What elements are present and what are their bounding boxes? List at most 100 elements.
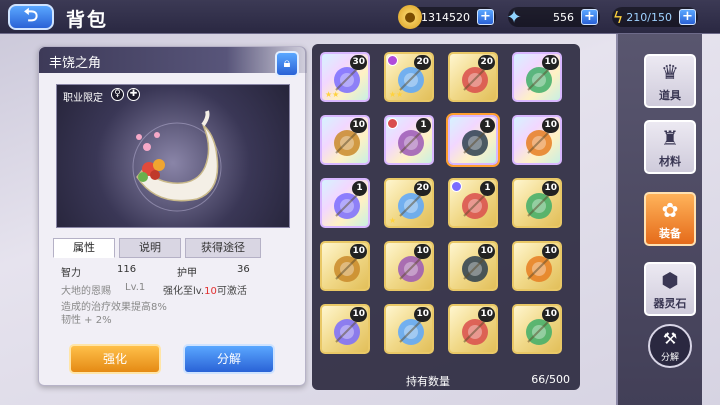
inventory-slot[interactable]: 20 ★ <box>384 178 434 228</box>
class-icon-2: ✚ <box>127 88 140 101</box>
sidebar-item-equipment[interactable]: ✿ 装备 <box>644 192 696 246</box>
inventory-panel: 30 ★★ 20 ★★ 20 10 10 1 1 10 1 20 ★ 1 10 10 10 10 10 10 10 10 1… <box>312 44 580 390</box>
add-gold-button[interactable]: + <box>477 9 494 25</box>
inventory-slot[interactable]: 30 ★★ <box>320 52 370 102</box>
crown-icon: ♛ <box>661 60 679 84</box>
int-value: 116 <box>117 264 137 275</box>
item-count-badge: 20 <box>414 55 431 70</box>
page-title: 背包 <box>66 9 109 31</box>
item-count-badge: 10 <box>350 307 367 322</box>
class-restriction-label: 职业限定 <box>63 93 103 104</box>
sidebar-item-props[interactable]: ♛ 道具 <box>644 54 696 108</box>
effect-line-2: 韧性 + 2% <box>61 315 112 326</box>
unlock-level: 10 <box>204 286 217 297</box>
inventory-slot[interactable]: 10 <box>512 304 562 354</box>
rune-gem-icon <box>387 118 398 129</box>
sidebar-item-spirit-stone[interactable]: ⬢ 器灵石 <box>644 262 696 316</box>
tab-obtain[interactable]: 获得途径 <box>185 238 261 258</box>
inventory-slot[interactable]: 20 ★★ <box>384 52 434 102</box>
decompose-item-button[interactable]: 分解 <box>183 344 275 374</box>
inventory-slot[interactable]: 1 <box>320 178 370 228</box>
item-count-badge: 10 <box>542 118 559 133</box>
sidebar-item-materials[interactable]: ♜ 材料 <box>644 120 696 174</box>
inventory-slot[interactable]: 1 <box>384 115 434 165</box>
batch-decompose-button[interactable]: ⚒ 分解 <box>648 324 692 368</box>
item-stats: 智力 116 护甲 36 大地的恩赐 Lv.1 强化至lv.10可激活 造成的治… <box>53 258 293 328</box>
rune-gem-icon <box>387 55 398 66</box>
item-count-badge: 1 <box>480 181 495 196</box>
inventory-slot[interactable]: 10 <box>448 304 498 354</box>
tab-description[interactable]: 说明 <box>119 238 181 258</box>
item-count-badge: 10 <box>478 244 495 259</box>
flower-icon: ✿ <box>661 198 679 222</box>
rune-gem-icon <box>451 181 462 192</box>
item-count-badge: 10 <box>542 55 559 70</box>
gem-currency: ✦ 556 + <box>506 7 600 28</box>
batch-decompose-label: 分解 <box>660 353 679 363</box>
inventory-slot[interactable]: 10 <box>512 52 562 102</box>
bond-name: 大地的恩赐 <box>61 286 111 297</box>
item-count-badge: 1 <box>416 118 431 133</box>
class-icon-1: ♀ <box>111 88 124 101</box>
item-count-badge: 20 <box>414 181 431 196</box>
item-stars: ★★ <box>389 90 404 99</box>
inventory-slot[interactable]: 20 <box>448 52 498 102</box>
lock-icon: 🔒︎ <box>283 56 291 71</box>
spirit-stone-icon: ⬢ <box>661 268 679 292</box>
int-label: 智力 <box>61 268 81 279</box>
armor-value: 36 <box>237 264 250 275</box>
gold-value: 1314520 <box>421 11 470 24</box>
category-sidebar: ♛ 道具 ♜ 材料 ✿ 装备 ⬢ 器灵石 ⚒ 分解 <box>616 34 702 405</box>
item-count-badge: 20 <box>478 55 495 70</box>
gold-currency: ● 1314520 + <box>398 5 496 29</box>
inventory-slot[interactable]: 1 <box>448 115 498 165</box>
stamina-currency: ϟ 210/150 + <box>612 7 698 27</box>
sidebar-item-label: 器灵石 <box>653 297 687 310</box>
add-gem-button[interactable]: + <box>581 9 598 25</box>
hammer-icon: ⚒ <box>662 329 678 348</box>
castle-icon: ♜ <box>661 126 679 150</box>
item-count-badge: 1 <box>352 181 367 196</box>
item-count-badge: 1 <box>480 118 495 133</box>
item-count-badge: 10 <box>478 307 495 322</box>
unlock-prefix: 强化至lv. <box>163 286 205 297</box>
item-count-badge: 10 <box>542 181 559 196</box>
capacity-label: 持有数量 <box>406 375 450 388</box>
item-showcase: 职业限定 ♀ ✚ <box>56 84 290 228</box>
unlock-condition: 强化至lv.10可激活 <box>163 282 247 297</box>
tab-attributes[interactable]: 属性 <box>53 238 115 258</box>
back-button[interactable]: ⮌ <box>8 4 54 30</box>
inventory-slot[interactable]: 10 <box>320 115 370 165</box>
inventory-slot[interactable]: 10 <box>512 178 562 228</box>
inventory-slot[interactable]: 10 <box>384 304 434 354</box>
item-count-badge: 10 <box>350 244 367 259</box>
sidebar-item-label: 装备 <box>659 227 681 240</box>
back-arrow-icon: ⮌ <box>23 5 39 26</box>
item-stars: ★ <box>389 216 397 225</box>
inventory-slot[interactable]: 10 <box>448 241 498 291</box>
item-count-badge: 10 <box>414 307 431 322</box>
gem-value: 556 <box>553 11 574 24</box>
item-count-badge: 10 <box>542 244 559 259</box>
item-stars: ★★ <box>325 90 340 99</box>
inventory-slot[interactable]: 10 <box>512 115 562 165</box>
stamina-value: 210/150 <box>626 11 672 24</box>
inventory-slot[interactable]: 10 <box>512 241 562 291</box>
unlock-suffix: 可激活 <box>216 286 247 297</box>
inventory-slot[interactable]: 1 <box>448 178 498 228</box>
bond-level: Lv.1 <box>125 282 146 293</box>
sidebar-item-label: 道具 <box>659 89 681 102</box>
lock-button[interactable]: 🔒︎ <box>275 51 299 77</box>
add-stamina-button[interactable]: + <box>679 9 696 25</box>
item-name-bar: 丰饶之角 <box>39 47 307 73</box>
item-count-badge: 30 <box>350 55 367 70</box>
armor-label: 护甲 <box>177 268 197 279</box>
enhance-button[interactable]: 强化 <box>69 344 161 374</box>
gold-coin-icon: ● <box>398 5 422 29</box>
item-detail-panel: 丰饶之角 🔒︎ 职业限定 ♀ ✚ 属性 说明 获得途径 智力 116 护甲 36… <box>38 46 307 386</box>
inventory-slot[interactable]: 10 <box>320 241 370 291</box>
inventory-slot[interactable]: 10 <box>320 304 370 354</box>
item-name: 丰饶之角 <box>49 56 102 71</box>
top-bar: ⮌ 背包 ● 1314520 + ✦ 556 + ϟ 210/150 + <box>0 0 720 34</box>
inventory-slot[interactable]: 10 <box>384 241 434 291</box>
